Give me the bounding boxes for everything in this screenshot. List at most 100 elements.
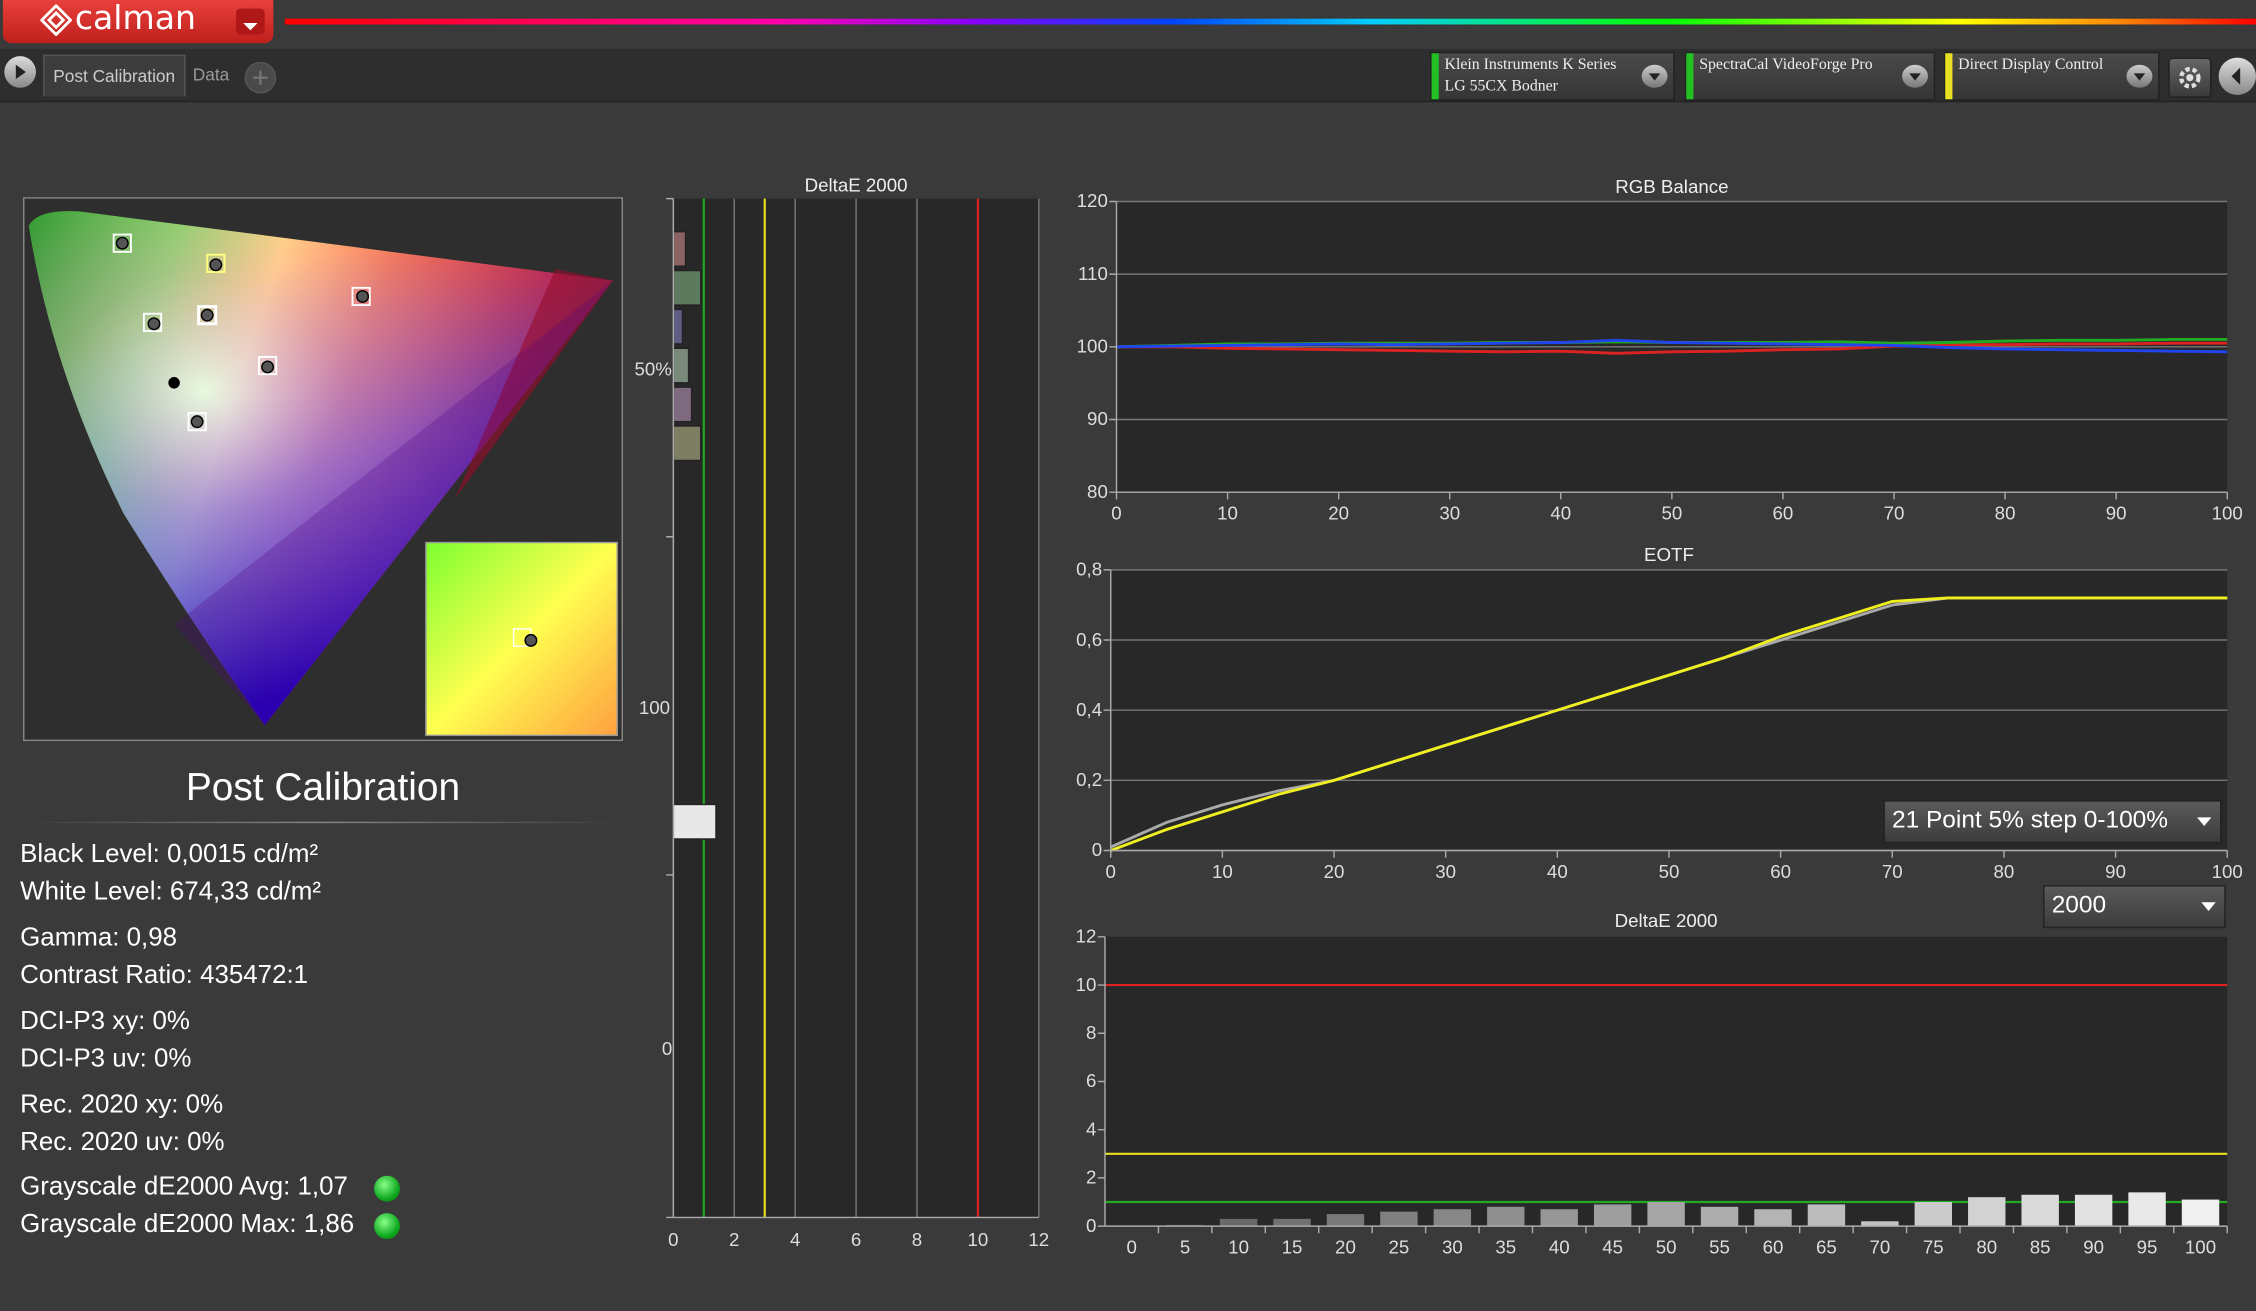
tick-label: 8: [912, 1229, 922, 1250]
pattern-select-value: 21 Point 5% step 0-100%: [1891, 805, 2169, 834]
measured-blue-point: [190, 415, 204, 429]
tick-label: 30: [1439, 503, 1460, 524]
plus-icon: [253, 70, 268, 85]
tick-label: 70: [1869, 1236, 1890, 1257]
tick-label: 8: [1086, 1022, 1096, 1043]
rec2020-uv-stat: Rec. 2020 uv: 0%: [20, 1126, 225, 1156]
tick-label: 40: [1549, 1236, 1570, 1257]
deltae-bar: [1968, 1197, 2006, 1227]
chevron-down-icon[interactable]: [1902, 64, 1928, 88]
measured-yellow-point: [209, 258, 223, 272]
tick-label: 40: [1547, 861, 1568, 882]
tick-label: 65: [1816, 1236, 1837, 1257]
tick-label: 20: [1335, 1236, 1356, 1257]
black-level-stat: Black Level: 0,0015 cd/m²: [20, 838, 319, 868]
deltae-bar: [1380, 1211, 1418, 1227]
tick-label: 30: [1442, 1236, 1463, 1257]
cie-chromaticity-diagram: [23, 197, 623, 742]
pass-status-icon: [374, 1213, 400, 1240]
deltae-bar: [672, 425, 702, 462]
white-level-stat: White Level: 674,33 cd/m²: [20, 876, 322, 906]
device-meter-display: LG 55CX Bodner: [1444, 77, 1558, 95]
tick-label: 90: [1087, 408, 1108, 429]
tick-label: 0,6: [1076, 629, 1102, 650]
play-button[interactable]: [4, 56, 36, 88]
tick-label: 80: [1995, 503, 2016, 524]
device-display-selector[interactable]: Direct Display Control: [1943, 51, 2160, 101]
contrast-stat: Contrast Ratio: 435472:1: [20, 959, 309, 989]
tick-label: 80: [1994, 861, 2015, 882]
tick-label: 0,4: [1076, 699, 1102, 720]
tab-data[interactable]: Data: [184, 55, 238, 95]
tick-label: 15: [1282, 1236, 1303, 1257]
deltae-bar: [1593, 1204, 1632, 1227]
app-logo-button[interactable]: calman: [2, 0, 274, 44]
tab-post-calibration[interactable]: Post Calibration: [43, 54, 186, 97]
rainbow-bar: [284, 18, 2256, 25]
settings-button[interactable]: [2168, 57, 2212, 98]
divider: [23, 821, 623, 824]
tick-label: 75: [1923, 1236, 1944, 1257]
deltae-bar: [1861, 1221, 1899, 1227]
tick-label: 100: [2212, 503, 2243, 524]
chart-title: DeltaE 2000: [805, 174, 908, 195]
tick-label: 55: [1709, 1236, 1730, 1257]
tick-label: 85: [2030, 1236, 2051, 1257]
plot-area: [1104, 936, 2228, 1227]
device-meter-name: Klein Instruments K Series: [1444, 56, 1617, 74]
deltae-bar: [2074, 1194, 2113, 1227]
tick-label: 6: [1086, 1070, 1096, 1091]
device-meter-selector[interactable]: Klein Instruments K Series LG 55CX Bodne…: [1430, 51, 1675, 101]
white-point-dot: [168, 377, 180, 389]
measured-green-point: [115, 236, 129, 250]
grayscale-max-stat: Grayscale dE2000 Max: 1,86: [20, 1208, 355, 1238]
tick-label: 20: [1324, 861, 1345, 882]
collapse-button[interactable]: [2218, 57, 2256, 95]
deltae-bar: [672, 347, 690, 384]
chart-title: RGB Balance: [1615, 176, 1728, 197]
dcip3-uv-stat: DCI-P3 uv: 0%: [20, 1043, 192, 1073]
tick-label: 4: [1086, 1118, 1096, 1139]
deltae-bar: [1273, 1218, 1311, 1227]
measured-cyan-point: [147, 317, 161, 331]
chart-title: DeltaE 2000: [1615, 910, 1718, 931]
tick-label: 2: [729, 1229, 739, 1250]
tick-label: 0: [1127, 1236, 1137, 1257]
app-menu-dropdown[interactable]: [235, 8, 265, 35]
add-tab-button[interactable]: [244, 61, 277, 94]
tick-label: 0: [668, 1229, 678, 1250]
tick-label: 6: [851, 1229, 861, 1250]
pattern-select[interactable]: 21 Point 5% step 0-100%: [1883, 800, 2222, 844]
deltae-bar: [672, 230, 687, 267]
tick-label: 100: [2212, 861, 2243, 882]
chevron-down-icon[interactable]: [1641, 64, 1668, 88]
deltae-bar: [1914, 1201, 1953, 1227]
deltae-bar: [672, 386, 693, 423]
tick-label: 70: [1882, 861, 1903, 882]
pass-status-icon: [374, 1175, 400, 1202]
tick-label: 10: [967, 1229, 988, 1250]
tick-label: 0: [1111, 503, 1121, 524]
device-status-bar: [1945, 53, 1953, 100]
zoom-measured-point: [524, 633, 538, 647]
tick-label: 50: [1659, 861, 1680, 882]
tick-label: 80: [1087, 481, 1108, 502]
deltae-bar: [672, 308, 684, 345]
tick-label: 30: [1435, 861, 1456, 882]
chart-title: EOTF: [1644, 544, 1694, 565]
tick-label: 0: [1092, 839, 1102, 860]
calman-logo-icon: [40, 4, 72, 36]
tick-label: 95: [2137, 1236, 2158, 1257]
deltae-bar: [672, 269, 702, 306]
tick-label: 110: [1078, 263, 1108, 284]
deltae-bar: [1647, 1201, 1685, 1227]
tick-label: 2: [1086, 1167, 1096, 1188]
device-generator-selector[interactable]: SpectraCal VideoForge Pro: [1684, 51, 1936, 101]
chevron-down-icon[interactable]: [2126, 64, 2153, 88]
tick-label: 90: [2083, 1236, 2104, 1257]
tick-label: 60: [1770, 861, 1791, 882]
tick-label: 20: [1328, 503, 1349, 524]
rgb-balance-chart: RGB Balance 80 90 100 110 120 0 10 20 30 40 50 60 70 8…: [1077, 176, 2243, 524]
dcip3-xy-stat: DCI-P3 xy: 0%: [20, 1005, 190, 1035]
deltae-bar: [1807, 1204, 1846, 1227]
